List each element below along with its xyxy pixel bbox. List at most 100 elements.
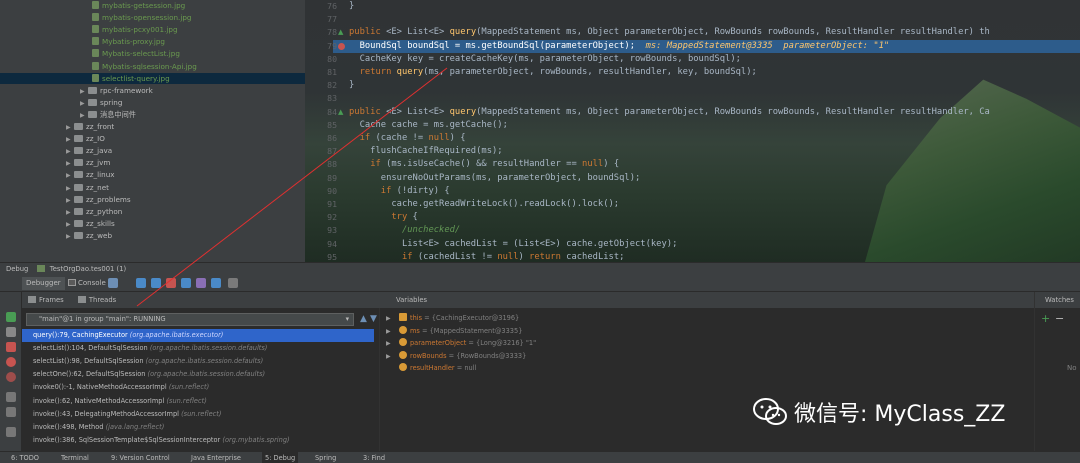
frames-tab-label[interactable]: Frames <box>39 296 64 304</box>
code-line[interactable]: if (!dirty) { <box>349 185 450 198</box>
stack-frame-row[interactable]: selectList():98, DefaultSqlSession (org.… <box>22 355 374 368</box>
code-line[interactable]: cache.getReadWriteLock().readLock().lock… <box>349 198 619 211</box>
view-breakpoints-icon[interactable] <box>6 357 16 367</box>
stack-frame-row[interactable]: invoke():43, DelegatingMethodAccessorImp… <box>22 408 374 421</box>
line-number[interactable]: 85 <box>305 119 337 132</box>
evaluate-expression-icon[interactable] <box>228 278 238 288</box>
tree-file-item[interactable]: mybatis-getsession.jpg <box>0 0 305 12</box>
override-marker-icon[interactable]: ▲ <box>338 28 346 36</box>
code-line[interactable]: if (ms.isUseCache() && resultHandler == … <box>349 158 619 171</box>
tree-folder-item[interactable]: ▶ zz_java <box>0 145 305 157</box>
tree-folder-item[interactable]: ▶ zz_web <box>0 230 305 242</box>
code-editor[interactable]: 76} 77 78 public <E> List<E> query(MappedSt… <box>305 0 1080 262</box>
pause-icon[interactable] <box>6 327 16 337</box>
code-line[interactable]: List<E> cachedList = (List<E>) cache.get… <box>349 238 677 251</box>
line-number[interactable]: 80 <box>305 53 337 66</box>
code-line[interactable]: if (cache != null) { <box>349 132 466 145</box>
variable-row[interactable]: ▶ ms = {MappedStatement@3335} <box>386 325 522 338</box>
tool-window-button[interactable]: Terminal <box>58 452 92 463</box>
tree-folder-item[interactable]: ▶ zz_problems <box>0 194 305 206</box>
chevron-right-icon[interactable]: ▶ <box>80 86 88 98</box>
tool-window-button[interactable]: 9: Version Control <box>108 452 173 463</box>
chevron-right-icon[interactable]: ▶ <box>66 207 74 219</box>
run-config-label[interactable]: TestOrgDao.tes001 (1) <box>50 265 126 273</box>
tab-debugger[interactable]: Debugger <box>22 277 65 290</box>
code-line[interactable]: if (cachedList != null) return cachedLis… <box>349 251 624 262</box>
line-number[interactable]: 78 <box>305 26 337 39</box>
tree-file-item[interactable]: Mybatis-selectList.jpg <box>0 48 305 60</box>
code-line[interactable]: flushCacheIfRequired(ms); <box>349 145 502 158</box>
code-line[interactable]: public <E> List<E> query(MappedStatement… <box>349 106 990 119</box>
variable-row[interactable]: resultHandler = null <box>386 362 476 375</box>
tree-folder-item[interactable]: ▶ spring <box>0 97 305 109</box>
restore-layout-icon[interactable] <box>6 392 16 402</box>
resume-icon[interactable] <box>6 312 16 322</box>
chevron-right-icon[interactable]: ▶ <box>66 146 74 158</box>
tree-file-item[interactable]: mybatis-pcxy001.jpg <box>0 24 305 36</box>
run-to-cursor-icon[interactable] <box>211 278 221 288</box>
variable-row[interactable]: ▶ rowBounds = {RowBounds@3333} <box>386 350 526 363</box>
line-number[interactable]: 87 <box>305 145 337 158</box>
chevron-right-icon[interactable]: ▶ <box>66 158 74 170</box>
chevron-right-icon[interactable]: ▶ <box>66 231 74 243</box>
code-line[interactable]: } <box>349 79 354 92</box>
stack-frame-row[interactable]: invoke():62, NativeMethodAccessorImpl (s… <box>22 395 374 408</box>
thread-selector[interactable]: "main"@1 in group "main": RUNNING ▾ <box>26 313 354 326</box>
add-watch-icon[interactable]: + <box>1041 312 1050 325</box>
code-line[interactable]: return query(ms, parameterObject, rowBou… <box>349 66 757 79</box>
settings-icon[interactable] <box>6 407 16 417</box>
pin-icon[interactable] <box>6 427 16 437</box>
line-number[interactable]: 94 <box>305 238 337 251</box>
force-step-into-icon[interactable] <box>166 278 176 288</box>
code-line[interactable]: try { <box>349 211 417 224</box>
arrow-down-icon[interactable]: ▼ <box>370 314 377 324</box>
show-execution-point-icon[interactable] <box>108 278 118 288</box>
tree-folder-item[interactable]: ▶ 消息中间件 <box>0 109 305 121</box>
variable-row[interactable]: ▶ this = {CachingExecutor@3196} <box>386 312 519 325</box>
step-out-icon[interactable] <box>181 278 191 288</box>
tool-window-button[interactable]: 3: Find <box>360 452 388 463</box>
code-line[interactable]: Cache cache = ms.getCache(); <box>349 119 508 132</box>
stack-frame-row[interactable]: invoke0():-1, NativeMethodAccessorImpl (… <box>22 381 374 394</box>
line-number[interactable]: 79 <box>305 40 337 53</box>
tab-console[interactable]: Console <box>64 277 110 290</box>
code-line[interactable]: public <E> List<E> query(MappedStatement… <box>349 26 990 39</box>
step-over-icon[interactable] <box>136 278 146 288</box>
tool-window-button[interactable]: 6: TODO <box>8 452 42 463</box>
tree-file-item[interactable]: Mybatis-proxy.jpg <box>0 36 305 48</box>
override-marker-icon[interactable]: ▲ <box>338 108 346 116</box>
threads-tab-label[interactable]: Threads <box>89 296 116 304</box>
stack-frame-row[interactable]: selectOne():62, DefaultSqlSession (org.a… <box>22 368 374 381</box>
tree-file-item[interactable]: Mybatis-sqlsession-Api.jpg <box>0 61 305 73</box>
line-number[interactable]: 86 <box>305 132 337 145</box>
code-line[interactable]: BoundSql boundSql = ms.getBoundSql(param… <box>349 40 890 53</box>
line-number[interactable]: 84 <box>305 106 337 119</box>
tree-folder-item[interactable]: ▶ zz_jvm <box>0 157 305 169</box>
line-number[interactable]: 82 <box>305 79 337 92</box>
stop-icon[interactable] <box>6 342 16 352</box>
mute-breakpoints-icon[interactable] <box>6 372 16 382</box>
chevron-right-icon[interactable]: ▶ <box>80 110 88 122</box>
step-into-icon[interactable] <box>151 278 161 288</box>
tree-folder-item[interactable]: ▶ zz_linux <box>0 169 305 181</box>
chevron-right-icon[interactable]: ▶ <box>66 134 74 146</box>
tool-window-button[interactable]: Spring <box>312 452 339 463</box>
tree-folder-item[interactable]: ▶ zz_front <box>0 121 305 133</box>
line-number[interactable]: 77 <box>305 13 337 26</box>
chevron-right-icon[interactable]: ▶ <box>66 183 74 195</box>
code-line[interactable]: ensureNoOutParams(ms, parameterObject, b… <box>349 172 641 185</box>
tree-folder-item[interactable]: ▶ rpc-framework <box>0 85 305 97</box>
chevron-right-icon[interactable]: ▶ <box>66 219 74 231</box>
line-number[interactable]: 90 <box>305 185 337 198</box>
tree-folder-item[interactable]: ▶ zz_net <box>0 182 305 194</box>
breakpoint-icon[interactable] <box>338 42 345 50</box>
drop-frame-icon[interactable] <box>196 278 206 288</box>
tool-window-button[interactable]: 5: Debug <box>262 452 299 463</box>
tree-folder-item[interactable]: ▶ zz_python <box>0 206 305 218</box>
line-number[interactable]: 76 <box>305 0 337 13</box>
tree-file-item[interactable]: selectlist-query.jpg <box>0 72 305 85</box>
line-number[interactable]: 93 <box>305 224 337 237</box>
line-number[interactable]: 81 <box>305 66 337 79</box>
line-number[interactable]: 95 <box>305 251 337 262</box>
line-number[interactable]: 89 <box>305 172 337 185</box>
